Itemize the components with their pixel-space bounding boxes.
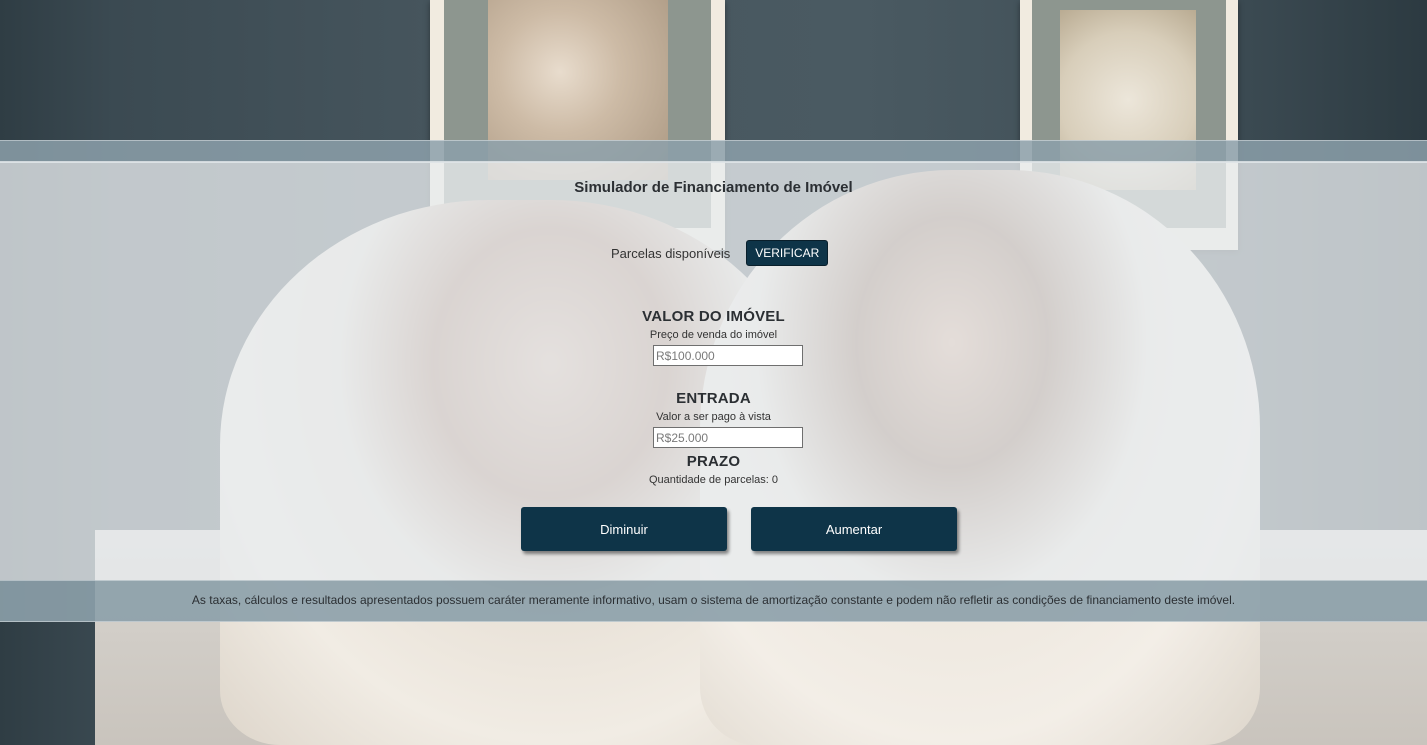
property-value-input[interactable] (653, 345, 803, 366)
disclaimer-text: As taxas, cálculos e resultados apresent… (191, 593, 1236, 607)
down-payment-subheading: Valor a ser pago à vista (656, 411, 771, 423)
page-title: Simulador de Financiamento de Imóvel (574, 179, 853, 196)
decrease-button[interactable]: Diminuir (521, 507, 727, 551)
property-value-heading: VALOR DO IMÓVEL (642, 308, 785, 325)
verify-row: Parcelas disponíveis VERIFICAR (611, 240, 829, 266)
verify-button[interactable]: VERIFICAR (746, 240, 829, 266)
header-stripe (0, 140, 1427, 163)
term-heading: PRAZO (686, 453, 741, 470)
verify-label: Parcelas disponíveis (611, 245, 731, 261)
down-payment-input[interactable] (653, 427, 803, 448)
down-payment-heading: ENTRADA (676, 390, 751, 407)
property-value-subheading: Preço de venda do imóvel (649, 329, 778, 341)
increase-button[interactable]: Aumentar (751, 507, 957, 551)
installments-count: Quantidade de parcelas: 0 (648, 474, 779, 486)
